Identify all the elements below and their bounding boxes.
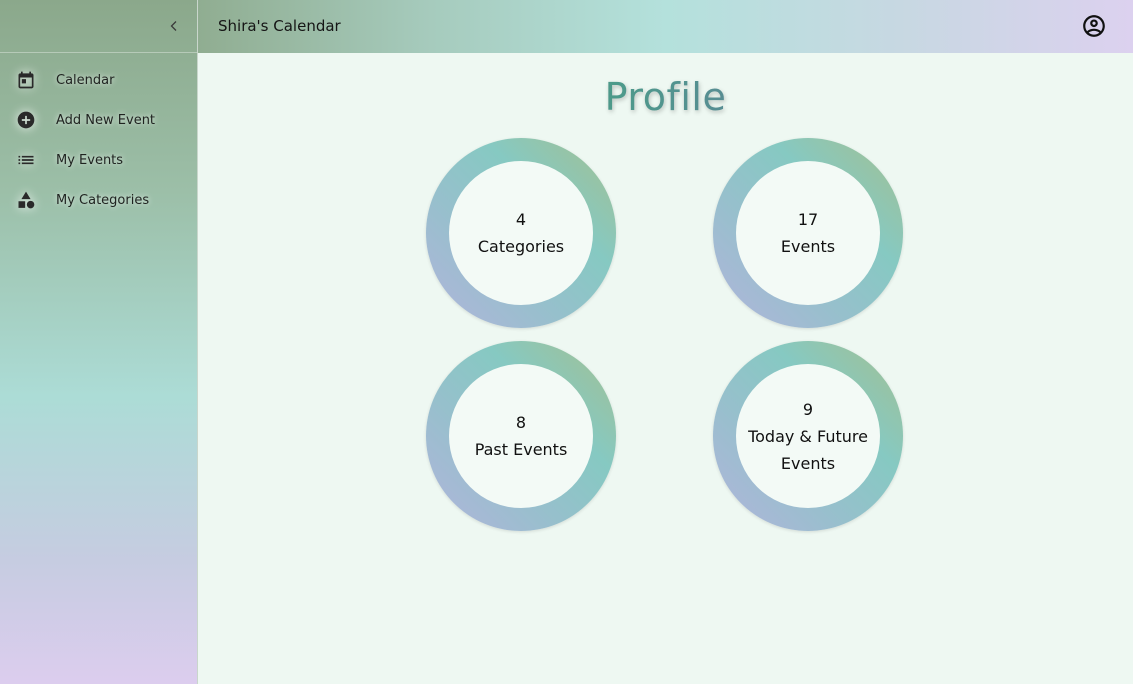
stat-ring-categories: 4 Categories [426, 138, 616, 328]
sidebar-item-my-categories[interactable]: My Categories [0, 180, 197, 220]
sidebar-item-label: My Categories [56, 192, 150, 208]
sidebar-item-label: My Events [56, 152, 124, 168]
sidebar-item-calendar[interactable]: Calendar [0, 60, 197, 100]
page-title: Profile [198, 75, 1133, 119]
stat-label: Events [780, 237, 836, 256]
stat-content: 8 Past Events [449, 364, 593, 508]
stat-label: Past Events [474, 440, 568, 459]
stat-value: 4 [515, 210, 527, 229]
stat-value: 9 [802, 399, 814, 419]
stat-ring-events: 17 Events [713, 138, 903, 328]
sidebar: Calendar Add New Event My Events My Cate… [0, 0, 198, 684]
stat-label: Today & Future Events [748, 426, 868, 473]
sidebar-item-label: Add New Event [56, 112, 156, 128]
calendar-icon [16, 70, 36, 90]
sidebar-item-my-events[interactable]: My Events [0, 140, 197, 180]
top-app-bar: Shira's Calendar [198, 0, 1133, 53]
stat-ring-today-future-events: 9 Today & Future Events [713, 341, 903, 531]
account-circle-icon [1083, 15, 1105, 37]
stat-content: 17 Events [736, 161, 880, 305]
stat-value: 8 [515, 413, 527, 432]
stat-content: 4 Categories [449, 161, 593, 305]
sidebar-item-label: Calendar [56, 72, 115, 88]
stat-ring-past-events: 8 Past Events [426, 341, 616, 531]
sidebar-item-add-new-event[interactable]: Add New Event [0, 100, 197, 140]
account-button[interactable] [1081, 13, 1107, 39]
chevron-left-icon [170, 21, 177, 31]
profile-main: Profile 4 Categories 17 Events 8 Past Ev… [198, 53, 1133, 684]
list-icon [16, 150, 36, 170]
category-shapes-icon [16, 190, 36, 210]
sidebar-header [0, 0, 197, 53]
collapse-sidebar-button[interactable] [164, 16, 184, 36]
stat-content: 9 Today & Future Events [736, 364, 880, 508]
add-circle-icon [16, 110, 36, 130]
stat-value: 17 [797, 210, 819, 229]
stat-label: Categories [477, 237, 565, 256]
app-title: Shira's Calendar [218, 17, 341, 35]
sidebar-nav: Calendar Add New Event My Events My Cate… [0, 53, 197, 220]
